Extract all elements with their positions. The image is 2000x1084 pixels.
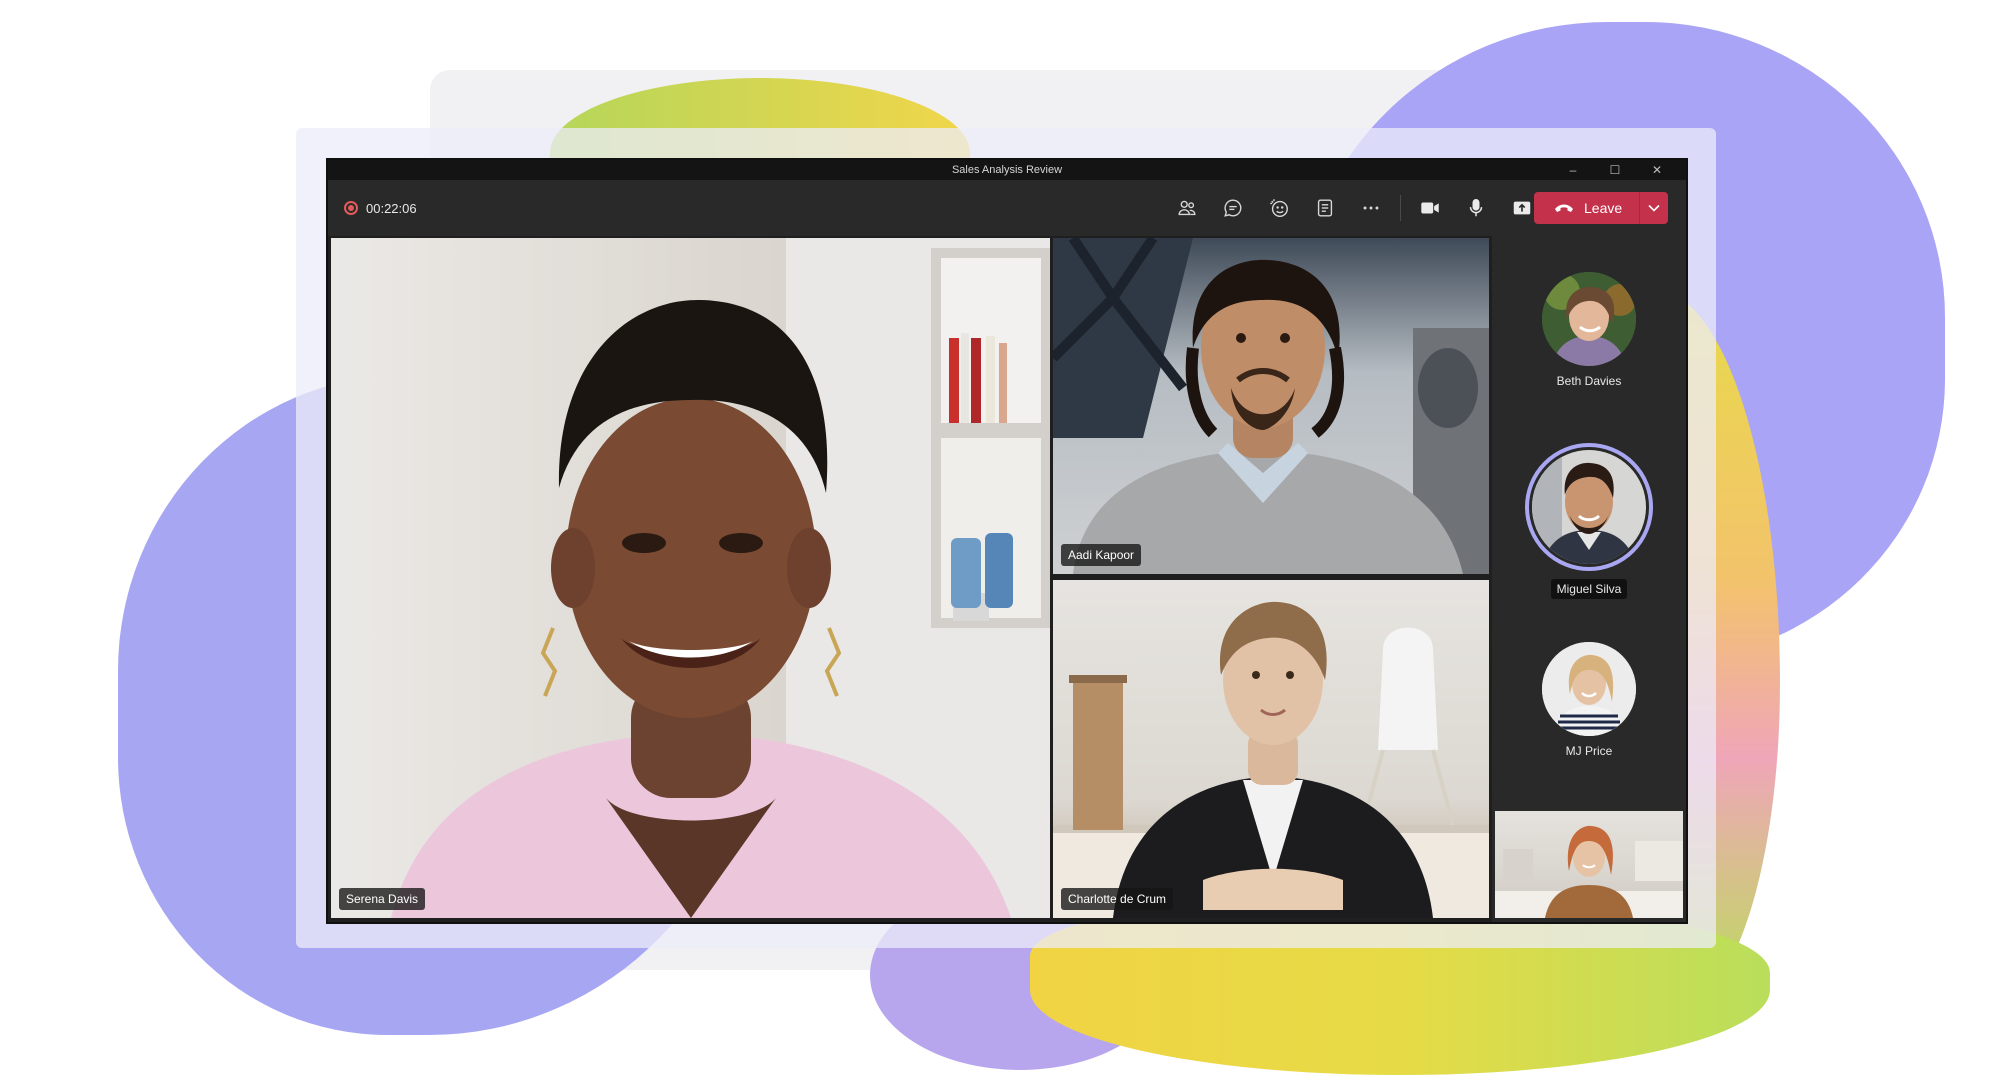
recording-indicator: 00:22:06	[344, 201, 417, 216]
video-tile-aadi-kapoor[interactable]: Aadi Kapoor	[1053, 238, 1489, 574]
camera-icon	[1421, 202, 1439, 214]
toolbar-divider	[1400, 195, 1401, 221]
hang-up-icon	[1555, 204, 1573, 212]
recording-icon	[344, 201, 358, 215]
mic-icon	[1469, 199, 1483, 217]
active-speaker-ring	[1525, 443, 1653, 571]
roster-name: Beth Davies	[1556, 374, 1622, 388]
leave-button-group: Leave	[1534, 192, 1668, 224]
meeting-toolbar: 00:22:06 Leave	[328, 180, 1686, 236]
window-controls: – ☐ ✕	[1552, 160, 1678, 180]
mic-toggle-button[interactable]	[1453, 188, 1499, 228]
leave-options-dropdown[interactable]	[1638, 192, 1668, 224]
chat-icon	[1224, 199, 1242, 217]
video-tile-additional-participant[interactable]	[1495, 811, 1683, 918]
meeting-window: Sales Analysis Review – ☐ ✕ 00:22:06 Lea…	[328, 160, 1686, 922]
title-bar: Sales Analysis Review – ☐ ✕	[328, 160, 1686, 180]
share-icon	[1513, 201, 1531, 215]
reactions-button[interactable]	[1256, 188, 1302, 228]
notes-icon	[1317, 199, 1333, 217]
more-icon	[1363, 206, 1379, 210]
participant-name-label: Charlotte de Crum	[1061, 888, 1174, 910]
chat-button[interactable]	[1210, 188, 1256, 228]
minimize-button[interactable]: –	[1552, 160, 1594, 180]
participant-video	[1053, 238, 1489, 574]
chevron-down-icon	[1648, 204, 1660, 212]
participant-video	[1053, 601, 1489, 918]
video-stage: Serena Davis Aadi Kapoor Charlotte de Cr…	[328, 236, 1686, 922]
avatar	[1542, 642, 1636, 736]
video-tile-serena-davis[interactable]: Serena Davis	[331, 238, 1050, 918]
toolbar-actions	[1164, 180, 1545, 236]
roster-item-mj-price[interactable]: MJ Price	[1492, 642, 1686, 758]
camera-toggle-button[interactable]	[1407, 188, 1453, 228]
participant-name-label: Aadi Kapoor	[1061, 544, 1142, 566]
meeting-timer: 00:22:06	[366, 200, 417, 216]
participant-name-label: Serena Davis	[339, 888, 426, 910]
maximize-button[interactable]: ☐	[1594, 160, 1636, 180]
reactions-icon	[1270, 199, 1288, 217]
video-tile-charlotte-de-crum[interactable]: Charlotte de Crum	[1053, 580, 1489, 918]
roster-item-miguel-silva[interactable]: Miguel Silva	[1492, 443, 1686, 599]
roster-item-beth-davies[interactable]: Beth Davies	[1492, 272, 1686, 388]
participants-button[interactable]	[1164, 188, 1210, 228]
notes-button[interactable]	[1302, 188, 1348, 228]
leave-label: Leave	[1584, 200, 1623, 216]
people-icon	[1178, 200, 1196, 216]
participant-video	[391, 238, 1050, 918]
roster-name: MJ Price	[1565, 744, 1613, 758]
leave-button[interactable]: Leave	[1534, 192, 1639, 224]
avatar-photo	[1542, 272, 1636, 366]
close-button[interactable]: ✕	[1636, 160, 1678, 180]
avatar	[1542, 272, 1636, 366]
avatar-photo	[1532, 450, 1646, 564]
window-title: Sales Analysis Review	[951, 164, 1063, 176]
participant-video	[1495, 825, 1683, 918]
avatar-photo	[1542, 642, 1636, 736]
roster-name: Miguel Silva	[1550, 579, 1628, 599]
more-options-button[interactable]	[1348, 188, 1394, 228]
